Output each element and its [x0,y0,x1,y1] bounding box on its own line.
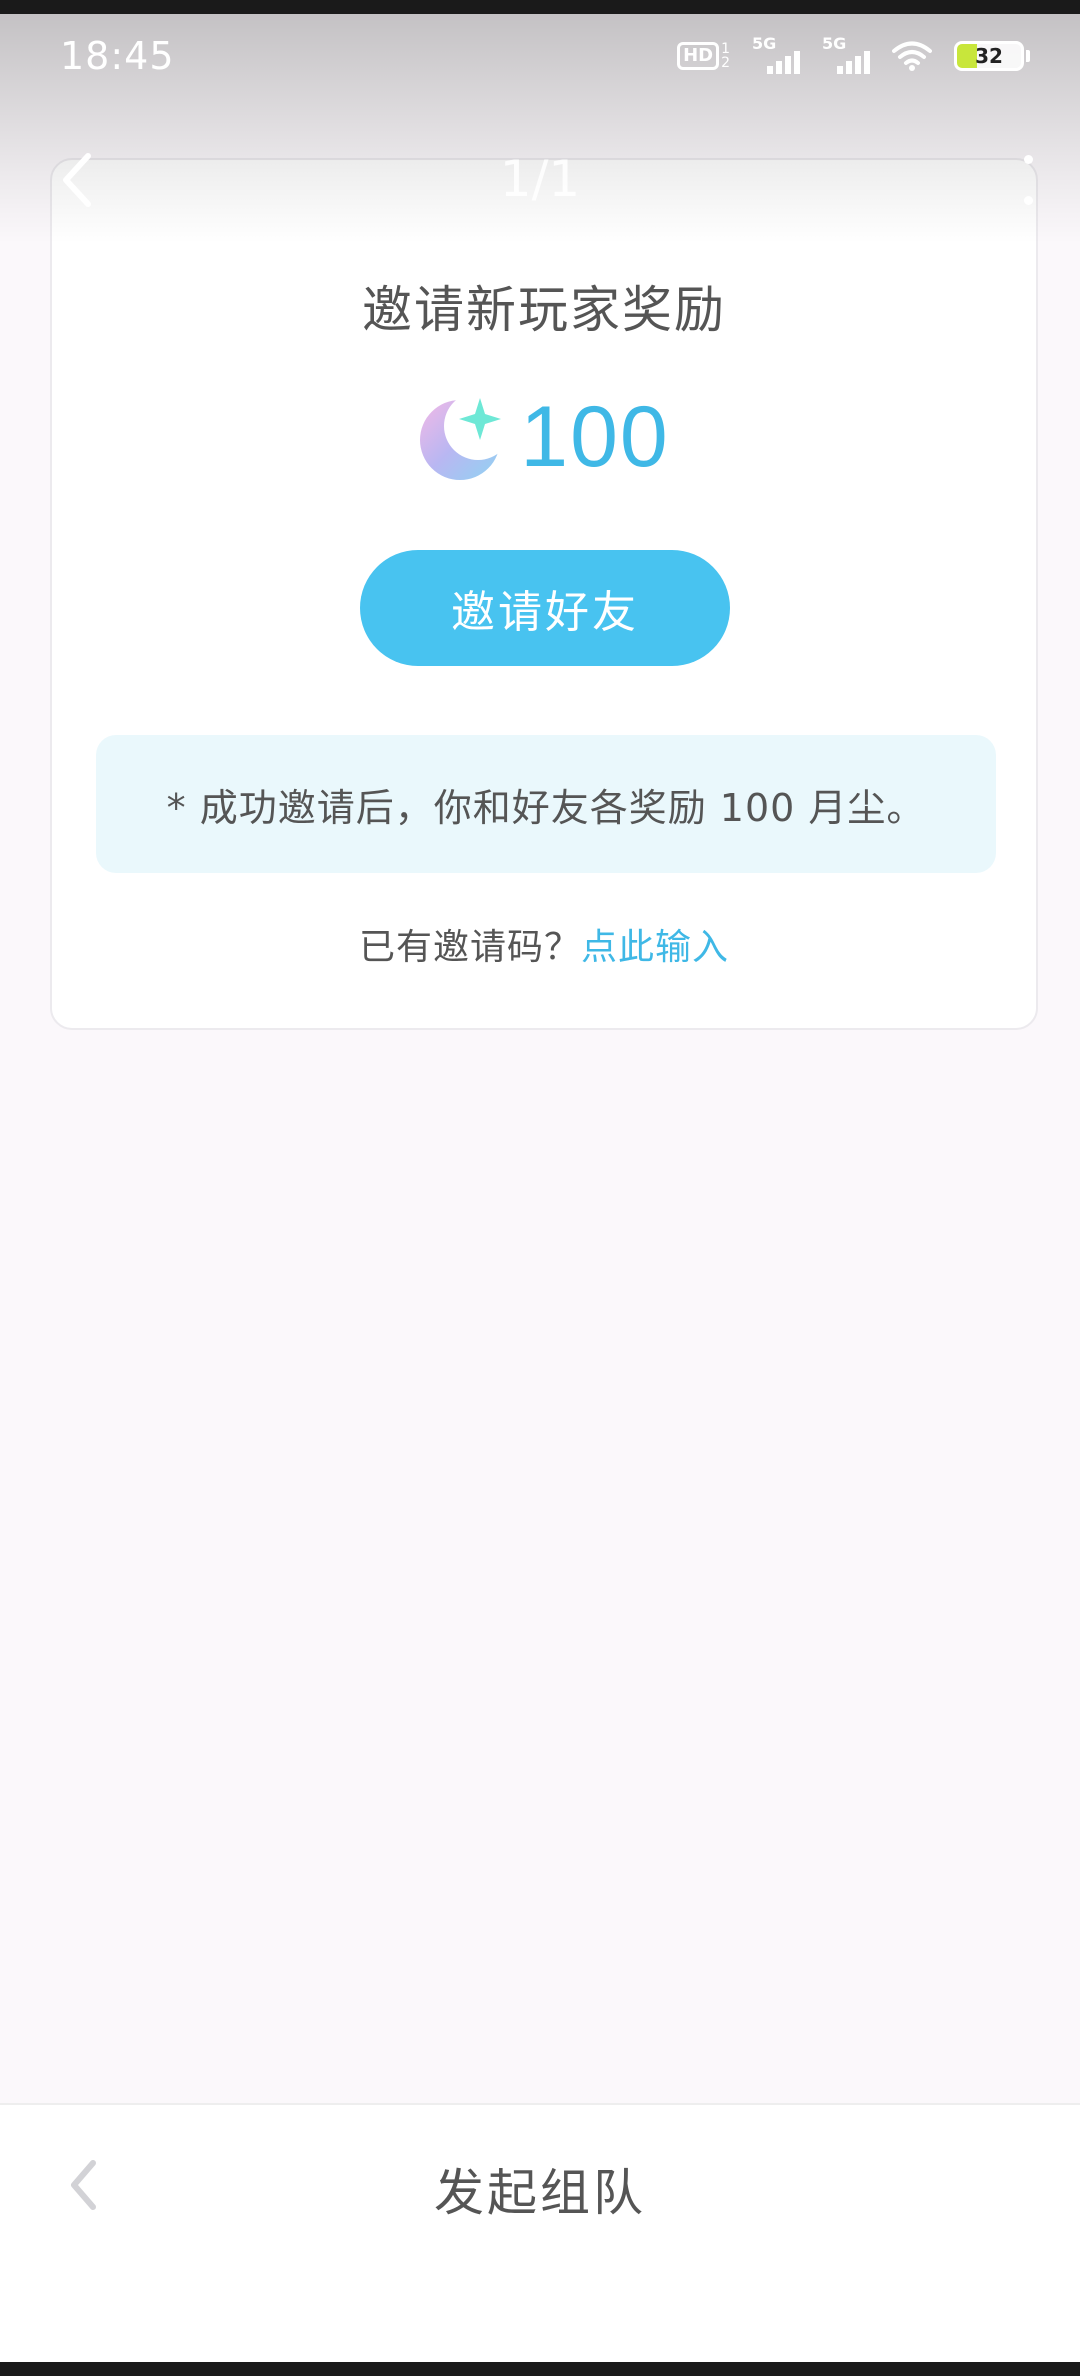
hd-sub-top: 1 [721,41,730,57]
screen-top-edge [0,0,1080,14]
notice-text: * 成功邀请后，你和好友各奖励 100 月尘。 [166,785,926,830]
status-time: 18:45 [60,34,175,78]
bottom-bar: 发起组队 [0,2103,1080,2376]
wifi-icon [892,41,932,71]
enter-invite-code-link[interactable]: 点此输入 [581,927,729,968]
page-indicator: 1/1 [499,150,581,208]
battery-level: 32 [975,44,1003,68]
hd-sub-labels: 1 2 [721,42,730,70]
reward-row: 100 [52,388,1036,487]
status-bar: 18:45 HD 1 2 5G 5G 32 [0,14,1080,102]
hd-sub-bottom: 2 [721,55,730,71]
signal-bars [837,51,870,74]
moon-star-icon [420,397,502,480]
battery-body: 32 [954,41,1024,71]
status-icons: HD 1 2 5G 5G 32 [677,34,1030,76]
invite-code-row: 已有邀请码？点此输入 [52,918,1036,970]
invite-reward-card: 邀请新玩家奖励 100 邀请好友 * 成功邀请后，你和好友各奖励 100 月尘。 [50,158,1038,1030]
hd-label: HD [677,42,720,70]
more-vertical-icon[interactable] [1018,155,1038,205]
screen-bottom-edge [0,2362,1080,2376]
battery-tip [1026,50,1030,62]
signal-sim1-icon: 5G [752,34,800,74]
bottom-title: 发起组队 [434,2164,646,2222]
signal-bars [767,51,800,74]
notice-box: * 成功邀请后，你和好友各奖励 100 月尘。 [96,735,996,873]
invite-friends-button[interactable]: 邀请好友 [360,550,730,666]
reward-amount: 100 [520,389,670,485]
battery-icon: 32 [954,41,1030,71]
signal-sim2-icon: 5G [822,34,870,74]
invite-code-prompt: 已有邀请码？ [358,927,581,968]
card-title: 邀请新玩家奖励 [362,281,726,339]
hd-voice-icon: HD 1 2 [677,42,730,70]
